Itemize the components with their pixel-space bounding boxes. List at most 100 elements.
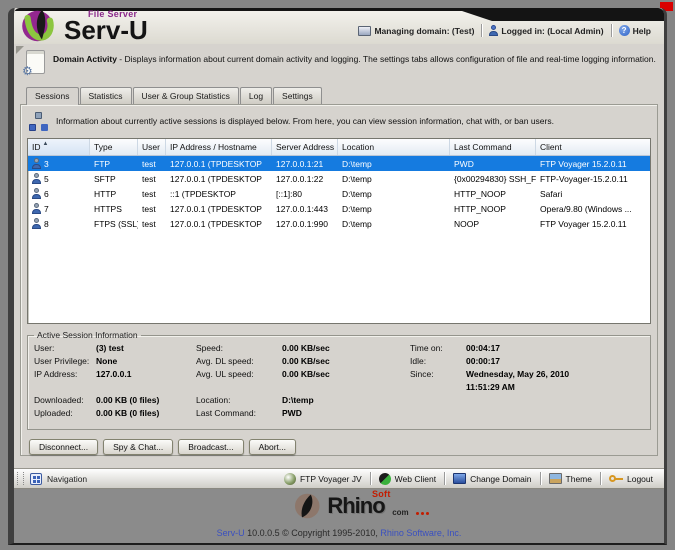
session-info-value: 00:00:17 <box>466 355 644 368</box>
user-session-icon <box>32 218 41 229</box>
cell-location: D:\temp <box>338 159 450 169</box>
cell-type: HTTP <box>90 189 138 199</box>
help-label: Help <box>633 26 651 36</box>
tab-settings[interactable]: Settings <box>273 87 322 104</box>
cell-id: 8 <box>28 218 90 229</box>
abort-button[interactable]: Abort... <box>249 439 296 455</box>
domain-activity-icon <box>26 50 45 74</box>
spy-chat-button[interactable]: Spy & Chat... <box>103 439 173 455</box>
session-info-label: Avg. DL speed: <box>196 355 282 368</box>
tab-log[interactable]: Log <box>240 87 272 104</box>
table-row[interactable]: 7HTTPStest127.0.0.1 (TPDESKTOP127.0.0.1:… <box>28 201 650 216</box>
logged-in-label: Logged in: (Local Admin) <box>501 26 603 36</box>
logged-in-item[interactable]: Logged in: (Local Admin) <box>482 25 610 36</box>
tab-sessions[interactable]: Sessions <box>26 87 79 105</box>
cell-location: D:\temp <box>338 174 450 184</box>
page-subtitle: - Displays information about current dom… <box>119 54 656 64</box>
cell-user: test <box>138 174 166 184</box>
column-label: Type <box>94 142 112 152</box>
session-info-value: D:\temp <box>282 394 410 407</box>
action-buttons: Disconnect... Spy & Chat... Broadcast... Ab… <box>29 439 651 455</box>
column-label: IP Address / Hostname <box>170 142 257 152</box>
table-row[interactable]: 5SFTPtest127.0.0.1 (TPDESKTOP127.0.0.1:2… <box>28 171 650 186</box>
cell-ip-address-hostname: 127.0.0.1 (TPDESKTOP <box>166 174 272 184</box>
cell-type: FTPS (SSL) <box>90 219 138 229</box>
cell-id: 5 <box>28 173 90 184</box>
session-info-value <box>466 394 644 407</box>
sessions-info-row: Information about currently active sessi… <box>27 111 651 138</box>
servu-version-link[interactable]: Serv-U <box>217 528 245 538</box>
cell-last-command: HTTP_NOOP <box>450 204 536 214</box>
page-description: Domain Activity - Displays information a… <box>14 44 664 74</box>
toolbar-item-logout[interactable]: Logout <box>601 469 661 488</box>
table-header-row: ID▲ Type User IP Address / Hostname Server A… <box>28 139 650 156</box>
cell-ip-address-hostname: 127.0.0.1 (TPDESKTOP <box>166 159 272 169</box>
session-info-value: 0.00 KB (0 files) <box>96 407 196 420</box>
session-info-label <box>34 381 96 394</box>
tab-user-group-statistics[interactable]: User & Group Statistics <box>133 87 239 104</box>
help-item[interactable]: ? Help <box>612 25 658 36</box>
cell-last-command: NOOP <box>450 219 536 229</box>
logout-icon <box>609 473 623 485</box>
active-session-info-legend: Active Session Information <box>34 330 141 340</box>
session-info-value: Wednesday, May 26, 2010 <box>466 368 644 381</box>
toolbar-item-label: Theme <box>566 474 592 484</box>
session-info-value: 0.00 KB/sec <box>282 368 410 381</box>
disconnect-button[interactable]: Disconnect... <box>29 439 98 455</box>
toolbar-item-ftp-voyager-jv[interactable]: FTP Voyager JV <box>276 469 370 488</box>
column-header-ip-address-hostname[interactable]: IP Address / Hostname <box>166 139 272 155</box>
session-info-grid: User:(3) testSpeed:0.00 KB/secTime on:00… <box>34 342 644 420</box>
session-info-label: Avg. UL speed: <box>196 368 282 381</box>
column-header-type[interactable]: Type <box>90 139 138 155</box>
session-info-value: 0.00 KB (0 files) <box>96 394 196 407</box>
table-row[interactable]: 3FTPtest127.0.0.1 (TPDESKTOP127.0.0.1:21… <box>28 156 650 171</box>
cell-client: FTP-Voyager-15.2.0.11 <box>536 174 650 184</box>
tab-statistics[interactable]: Statistics <box>80 87 132 104</box>
rhino-software-link[interactable]: Rhino Software, Inc. <box>380 528 461 538</box>
bottom-toolbar: Navigation FTP Voyager JVWeb ClientChang… <box>14 468 664 489</box>
active-session-info-fieldset: Active Session Information User:(3) test… <box>27 330 651 430</box>
rhinosoft-logo: Rhino Soft com <box>293 492 384 520</box>
table-row[interactable]: 8FTPS (SSL)test127.0.0.1 (TPDESKTOP127.0… <box>28 216 650 231</box>
cell-user: test <box>138 204 166 214</box>
copyright-text: 10.0.0.5 © Copyright 1995-2010, <box>245 528 381 538</box>
column-header-last-command[interactable]: Last Command <box>450 139 536 155</box>
column-label: ID <box>32 142 41 152</box>
user-session-icon <box>32 173 41 184</box>
toolbar-grip-handle[interactable] <box>17 472 24 485</box>
toolbar-item-theme[interactable]: Theme <box>541 469 600 488</box>
cell-ip-address-hostname: ::1 (TPDESKTOP <box>166 189 272 199</box>
sessions-table: ID▲ Type User IP Address / Hostname Server A… <box>27 138 651 324</box>
cell-type: SFTP <box>90 174 138 184</box>
column-header-client[interactable]: Client <box>536 139 650 155</box>
session-info-label: IP Address: <box>34 368 96 381</box>
table-row[interactable]: 6HTTPtest::1 (TPDESKTOP[::1]:80D:\tempHT… <box>28 186 650 201</box>
change-domain-icon <box>453 473 466 484</box>
header-status-bar: Managing domain: (Test) Logged in: (Loca… <box>351 24 658 37</box>
toolbar-item-change-domain[interactable]: Change Domain <box>445 469 539 488</box>
managing-domain-item[interactable]: Managing domain: (Test) <box>351 26 481 36</box>
cell-id: 6 <box>28 188 90 199</box>
session-info-label <box>410 394 466 407</box>
column-header-user[interactable]: User <box>138 139 166 155</box>
column-header-id[interactable]: ID▲ <box>28 139 90 155</box>
help-icon: ? <box>619 25 630 36</box>
cell-last-command: HTTP_NOOP <box>450 189 536 199</box>
brand-title: Serv-U <box>64 18 148 43</box>
column-label: Last Command <box>454 142 512 152</box>
managing-domain-label: Managing domain: (Test) <box>374 26 474 36</box>
session-info-value: PWD <box>282 407 410 420</box>
column-header-server-address[interactable]: Server Address <box>272 139 338 155</box>
session-info-value: (3) test <box>96 342 196 355</box>
cell-user: test <box>138 219 166 229</box>
toolbar-item-web-client[interactable]: Web Client <box>371 469 444 488</box>
broadcast-button[interactable]: Broadcast... <box>178 439 243 455</box>
corner-grip-icon <box>16 46 24 54</box>
session-info-value <box>282 381 410 394</box>
cell-ip-address-hostname: 127.0.0.1 (TPDESKTOP <box>166 204 272 214</box>
rhinosoft-dots-icon <box>416 512 419 515</box>
column-header-location[interactable]: Location <box>338 139 450 155</box>
cell-id: 3 <box>28 158 90 169</box>
session-info-value: None <box>96 355 196 368</box>
user-icon <box>489 25 498 36</box>
